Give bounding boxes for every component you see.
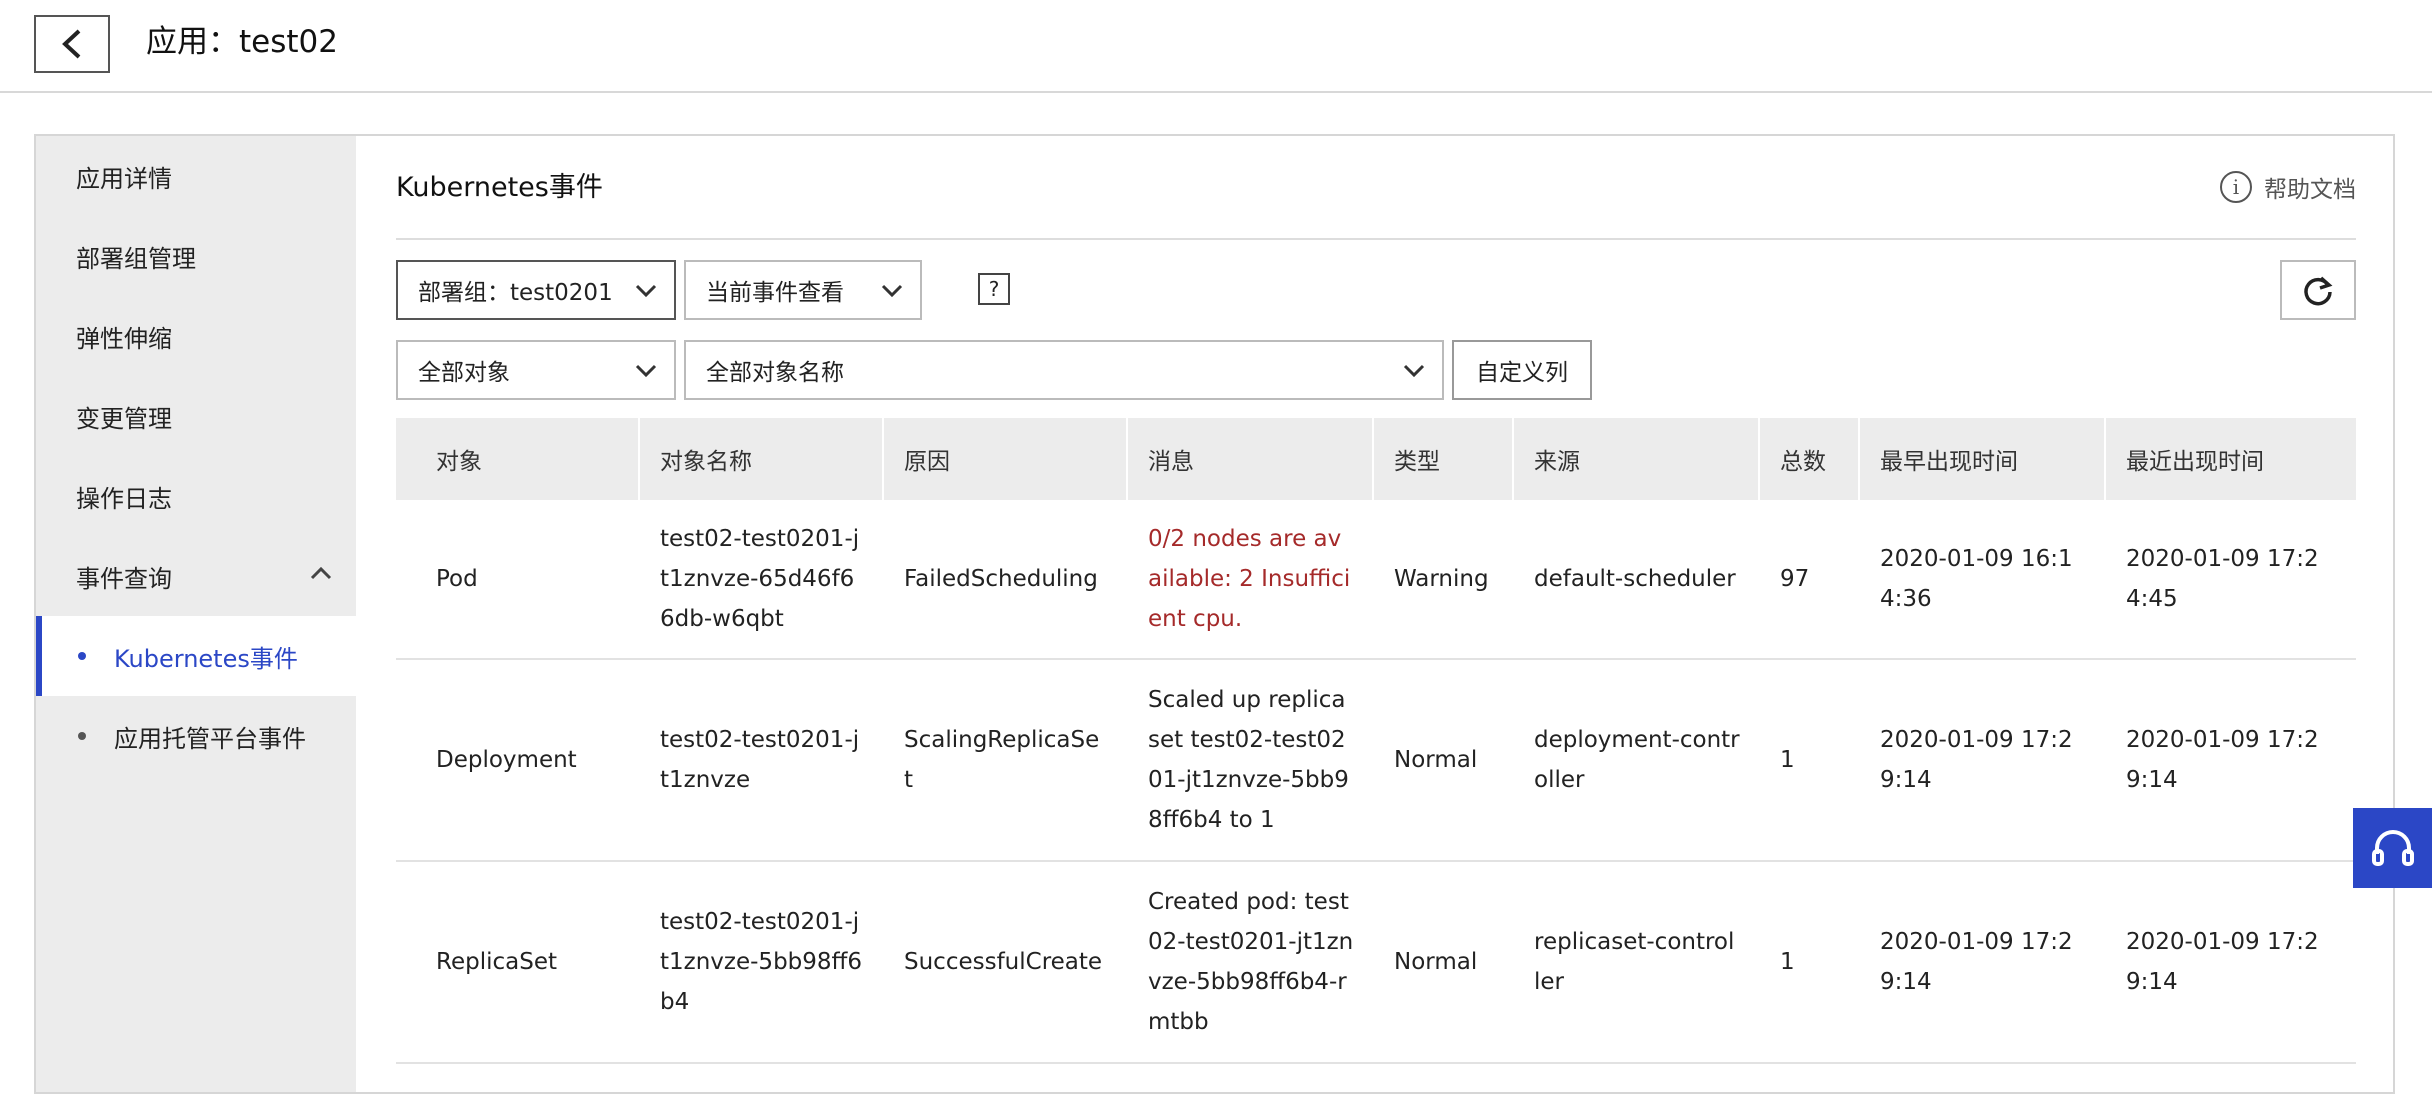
help-docs-link[interactable]: i 帮助文档 [2220,170,2356,204]
cell-count: 97 [1780,566,1810,592]
sidebar-item-label: 部署组管理 [76,244,196,273]
top-bar: 应用：test02 [0,0,2432,93]
cell-object-name: test02-test0201-jt1znvze-65d46f66db-w6qb… [660,526,860,632]
cell-source: default-scheduler [1534,566,1736,592]
info-icon: i [2220,171,2252,203]
sidebar-subitem-kubernetes-events[interactable]: Kubernetes事件 [36,616,356,696]
cell-message: Created pod: test02-test0201-jt1znvze-5b… [1148,889,1354,1035]
sidebar-item-label: 应用托管平台事件 [114,724,306,753]
select-value: 全部对象 [418,360,510,386]
custom-columns-button[interactable]: 自定义列 [1452,340,1592,400]
chevron-down-icon [635,284,657,298]
column-header[interactable]: 对象 [396,418,640,500]
sidebar-subitem-platform-events[interactable]: 应用托管平台事件 [36,696,356,776]
bullet-icon [78,732,86,740]
select-value: 全部对象名称 [706,360,844,386]
event-view-select[interactable]: 当前事件查看 [684,260,922,320]
cell-last-seen: 2020-01-09 17:24:45 [2126,546,2319,612]
chevron-down-icon [1403,364,1425,378]
column-header[interactable]: 对象名称 [640,418,884,500]
cell-object-name: test02-test0201-jt1znvze [660,727,860,793]
sidebar-item-label: 操作日志 [76,484,172,513]
bullet-icon [78,652,86,660]
column-header[interactable]: 原因 [884,418,1128,500]
cell-source: replicaset-controller [1534,929,1735,995]
cell-message: 0/2 nodes are available: 2 Insufficient … [1148,526,1351,632]
sidebar: 应用详情 部署组管理 弹性伸缩 变更管理 操作日志 事件查询 Kubernete… [36,136,356,1092]
sidebar-item-label: 变更管理 [76,404,172,433]
sidebar-item-operation-log[interactable]: 操作日志 [36,456,356,536]
sidebar-item-event-query[interactable]: 事件查询 [36,536,356,616]
sidebar-item-autoscaling[interactable]: 弹性伸缩 [36,296,356,376]
chevron-left-icon [62,29,81,59]
cell-first-seen: 2020-01-09 16:14:36 [1880,546,2073,612]
column-header[interactable]: 最近出现时间 [2106,418,2356,500]
column-header[interactable]: 来源 [1514,418,1760,500]
select-value: 当前事件查看 [706,280,844,306]
divider [396,238,2356,240]
table-row: Pod test02-test0201-jt1znvze-65d46f66db-… [396,500,2356,660]
cell-object: ReplicaSet [436,949,557,975]
object-type-select[interactable]: 全部对象 [396,340,676,400]
section-title: Kubernetes事件 [396,172,603,203]
cell-source: deployment-controller [1534,727,1740,793]
cell-object: Pod [436,566,478,592]
events-table: 对象 对象名称 原因 消息 类型 来源 总数 最早出现时间 最近出现时间 Pod… [396,418,2356,1064]
chevron-down-icon [881,284,903,298]
help-docs-label: 帮助文档 [2264,177,2356,203]
page-title: 应用：test02 [146,24,338,60]
cell-type: Normal [1394,949,1478,975]
sidebar-item-label: 事件查询 [76,564,172,593]
sidebar-item-app-details[interactable]: 应用详情 [36,136,356,216]
back-button[interactable] [34,15,110,73]
cell-object: Deployment [436,747,577,773]
cell-object-name: test02-test0201-jt1znvze-5bb98ff6b4 [660,909,863,1015]
cell-first-seen: 2020-01-09 17:29:14 [1880,929,2073,995]
cell-message: Scaled up replica set test02-test0201-jt… [1148,687,1349,833]
main-frame: 应用详情 部署组管理 弹性伸缩 变更管理 操作日志 事件查询 Kubernete… [34,134,2395,1094]
sidebar-item-change-management[interactable]: 变更管理 [36,376,356,456]
sidebar-item-label: Kubernetes事件 [114,644,298,673]
refresh-icon [2304,276,2333,306]
deploy-group-select[interactable]: 部署组：test0201 [396,260,676,320]
table-row: Deployment test02-test0201-jt1znvze Scal… [396,660,2356,862]
cell-type: Normal [1394,747,1478,773]
question-mark-icon[interactable]: ? [978,273,1010,305]
cell-count: 1 [1780,747,1795,773]
refresh-button[interactable] [2280,260,2356,320]
cell-reason: FailedScheduling [904,566,1098,592]
headset-icon [2371,830,2414,866]
content-area: Kubernetes事件 i 帮助文档 部署组：test0201 当前事件查看 … [396,136,2356,1092]
cell-last-seen: 2020-01-09 17:29:14 [2126,929,2319,995]
sidebar-item-deploy-groups[interactable]: 部署组管理 [36,216,356,296]
chevron-up-icon [310,566,332,580]
sidebar-item-label: 应用详情 [76,164,172,193]
column-header[interactable]: 最早出现时间 [1860,418,2106,500]
cell-count: 1 [1780,949,1795,975]
select-value: 部署组：test0201 [418,280,613,306]
cell-reason: ScalingReplicaSet [904,727,1100,793]
table-row: ReplicaSet test02-test0201-jt1znvze-5bb9… [396,862,2356,1064]
cell-first-seen: 2020-01-09 17:29:14 [1880,727,2073,793]
column-header[interactable]: 总数 [1760,418,1860,500]
sidebar-item-label: 弹性伸缩 [76,324,172,353]
column-header[interactable]: 消息 [1128,418,1374,500]
cell-type: Warning [1394,566,1489,592]
object-name-select[interactable]: 全部对象名称 [684,340,1444,400]
cell-reason: SuccessfulCreate [904,949,1103,975]
table-header: 对象 对象名称 原因 消息 类型 来源 总数 最早出现时间 最近出现时间 [396,418,2356,500]
column-header[interactable]: 类型 [1374,418,1514,500]
support-button[interactable] [2353,808,2432,888]
cell-last-seen: 2020-01-09 17:29:14 [2126,727,2319,793]
chevron-down-icon [635,364,657,378]
